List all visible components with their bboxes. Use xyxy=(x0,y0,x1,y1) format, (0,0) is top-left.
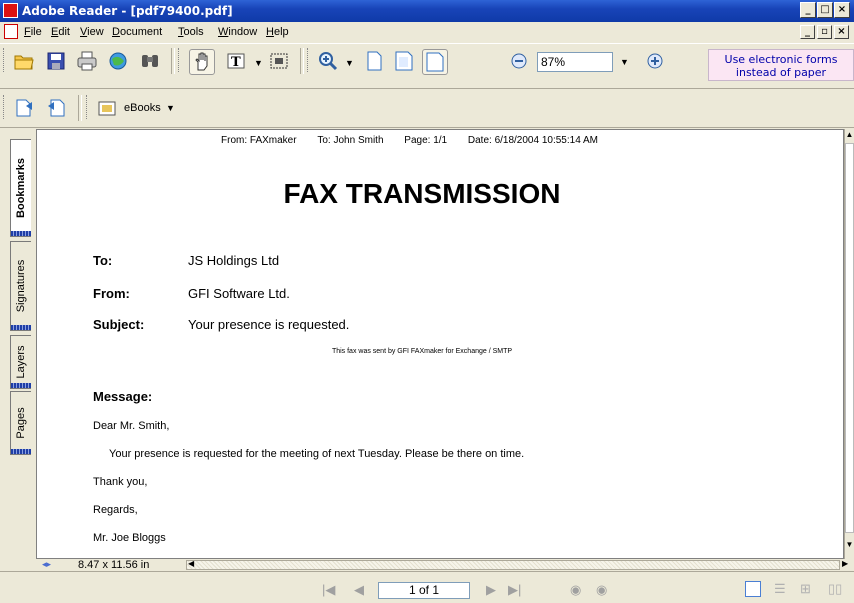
menu-document[interactable]: Document xyxy=(112,26,162,38)
sent-note: This fax was sent by GFI FAXmaker for Ex… xyxy=(331,348,513,355)
facing-layout-icon[interactable]: ⊞ xyxy=(800,581,811,597)
doc-minimize-button[interactable]: _ xyxy=(800,25,815,39)
import-page-icon[interactable] xyxy=(44,96,68,120)
fit-width-icon[interactable] xyxy=(422,49,448,75)
message-line: Your presence is requested for the meeti… xyxy=(109,448,525,460)
menu-bar: File Edit View Document Tools Window Hel… xyxy=(0,22,854,42)
email-globe-icon[interactable] xyxy=(106,49,130,73)
to-label: To: xyxy=(93,253,113,268)
single-page-layout-icon[interactable] xyxy=(745,581,761,597)
snapshot-tool-icon[interactable] xyxy=(268,49,292,73)
message-label: Message: xyxy=(93,389,153,404)
export-page-icon[interactable] xyxy=(12,96,36,120)
scroll-thumb[interactable] xyxy=(845,143,854,533)
page-size-label: 8.47 x 11.56 in xyxy=(78,559,150,571)
message-line: Dear Mr. Smith, xyxy=(93,420,170,432)
tab-layers[interactable]: Layers xyxy=(10,335,31,389)
save-icon[interactable] xyxy=(44,49,68,73)
message-line: Mr. Joe Bloggs xyxy=(93,532,166,544)
pdf-document-icon[interactable] xyxy=(4,24,18,39)
doc-close-button[interactable]: × xyxy=(834,25,849,39)
page-number-input[interactable]: 1 of 1 xyxy=(378,582,470,599)
scroll-up-icon[interactable]: ▲ xyxy=(845,129,854,141)
subject-label: Subject: xyxy=(93,317,145,332)
from-label: From: xyxy=(93,286,130,301)
continuous-layout-icon[interactable]: ☰ xyxy=(774,581,786,597)
last-page-icon[interactable]: ▶| xyxy=(508,582,521,598)
menu-help[interactable]: Help xyxy=(266,26,289,38)
first-page-icon[interactable]: |◀ xyxy=(322,582,335,598)
window-title: Adobe Reader - [pdf79400.pdf] xyxy=(22,4,233,18)
go-back-icon[interactable]: ◉ xyxy=(570,582,581,598)
chevron-down-icon[interactable]: ▼ xyxy=(620,57,634,67)
from-value: GFI Software Ltd. xyxy=(188,286,290,301)
menu-window[interactable]: Window xyxy=(218,26,257,38)
document-view[interactable]: From: FAXmaker To: John Smith Page: 1/1 … xyxy=(36,129,844,559)
toolbar-row-2: eBooks ▼ xyxy=(0,90,854,128)
tab-pages[interactable]: Pages xyxy=(10,391,31,455)
message-line: Regards, xyxy=(93,504,138,516)
tab-bookmarks[interactable]: Bookmarks xyxy=(10,139,31,237)
electronic-forms-button[interactable]: Use electronic forms instead of paper xyxy=(708,49,854,81)
text-select-icon[interactable]: T xyxy=(225,49,249,73)
menu-edit[interactable]: Edit xyxy=(51,26,70,38)
tab-signatures[interactable]: Signatures xyxy=(10,241,31,331)
open-folder-icon[interactable] xyxy=(12,49,36,73)
scroll-right-icon[interactable]: ▶ xyxy=(842,559,848,568)
minimize-button[interactable]: _ xyxy=(800,2,816,18)
chevron-down-icon[interactable]: ▼ xyxy=(345,58,354,68)
zoom-level-input[interactable]: 87% xyxy=(537,52,613,72)
navigation-pane-tabs: Bookmarks Signatures Layers Pages xyxy=(0,129,36,559)
chevron-down-icon[interactable]: ▼ xyxy=(254,58,263,68)
scroll-down-icon[interactable]: ▼ xyxy=(845,539,854,551)
hand-tool-icon[interactable] xyxy=(189,49,215,75)
title-bar: Adobe Reader - [pdf79400.pdf] _ □ × xyxy=(0,0,854,22)
horizontal-scrollbar[interactable] xyxy=(186,560,840,570)
adobe-reader-icon[interactable] xyxy=(3,3,18,18)
fit-page-icon[interactable] xyxy=(392,49,416,73)
chevron-down-icon[interactable]: ▼ xyxy=(166,103,175,113)
fax-title: FAX TRANSMISSION xyxy=(283,178,561,209)
maximize-button[interactable]: □ xyxy=(817,2,833,18)
vertical-scrollbar[interactable]: ▲ ▼ xyxy=(844,129,854,559)
menu-file[interactable]: File xyxy=(24,26,42,38)
ebooks-menu-label[interactable]: eBooks xyxy=(124,102,161,114)
ebooks-icon[interactable] xyxy=(96,96,120,120)
message-line: Thank you, xyxy=(93,476,148,488)
search-binoculars-icon[interactable] xyxy=(138,49,162,73)
next-page-icon[interactable]: ▶ xyxy=(486,582,496,598)
zoom-out-icon[interactable] xyxy=(510,52,528,70)
continuous-facing-layout-icon[interactable]: ▯▯ xyxy=(828,581,842,597)
pdf-page: From: FAXmaker To: John Smith Page: 1/1 … xyxy=(47,132,837,558)
to-value: JS Holdings Ltd xyxy=(188,253,280,268)
scroll-left-icon[interactable]: ◀ xyxy=(188,559,194,568)
status-bar: ◂▸ 8.47 x 11.56 in ◀ ▶ xyxy=(36,559,854,571)
zoom-in-icon[interactable] xyxy=(316,49,340,73)
subject-value: Your presence is requested. xyxy=(188,317,350,332)
go-forward-icon[interactable]: ◉ xyxy=(596,582,607,598)
close-button[interactable]: × xyxy=(834,2,850,18)
svg-text:T: T xyxy=(231,55,241,70)
fax-header-line: From: FAXmaker To: John Smith Page: 1/1 … xyxy=(221,135,598,146)
menu-view[interactable]: View xyxy=(80,26,104,38)
print-icon[interactable] xyxy=(75,49,99,73)
menu-tools[interactable]: Tools xyxy=(178,26,204,38)
previous-page-icon[interactable]: ◀ xyxy=(354,582,364,598)
actual-size-icon[interactable] xyxy=(362,49,386,73)
resize-arrows-icon[interactable]: ◂▸ xyxy=(42,559,51,570)
doc-restore-button[interactable]: ▫ xyxy=(817,25,832,39)
zoom-in-small-icon[interactable] xyxy=(646,52,664,70)
